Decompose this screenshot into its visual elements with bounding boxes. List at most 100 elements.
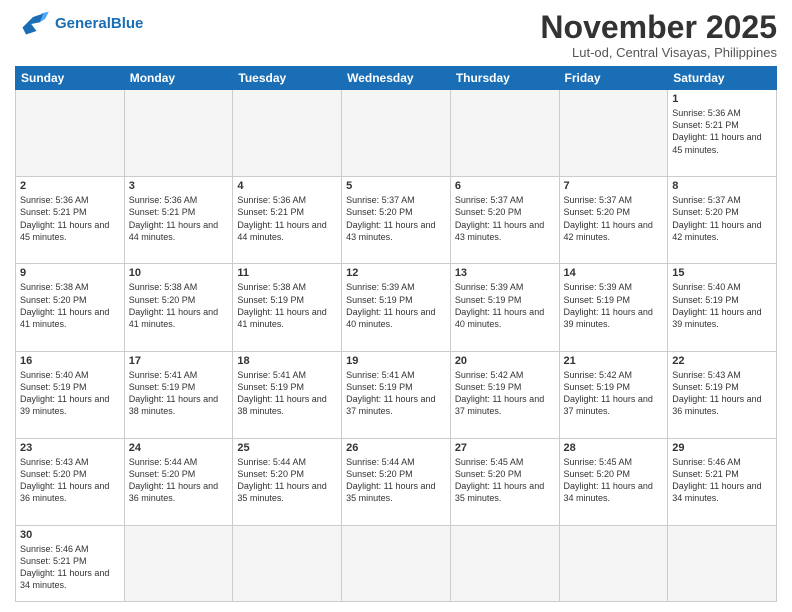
day-number: 8	[672, 180, 772, 192]
table-row	[559, 525, 668, 601]
table-row: 28 Sunrise: 5:45 AMSunset: 5:20 PMDayligh…	[559, 438, 668, 525]
day-info: Sunrise: 5:45 AMSunset: 5:20 PMDaylight:…	[564, 456, 664, 505]
table-row	[450, 90, 559, 177]
day-number: 9	[20, 267, 120, 279]
table-row: 24 Sunrise: 5:44 AMSunset: 5:20 PMDayligh…	[124, 438, 233, 525]
table-row: 6Sunrise: 5:37 AMSunset: 5:20 PMDaylight…	[450, 177, 559, 264]
day-number: 7	[564, 180, 664, 192]
month-title: November 2025	[540, 10, 777, 45]
day-info: Sunrise: 5:44 AMSunset: 5:20 PMDaylight:…	[237, 456, 337, 505]
day-number: 16	[20, 355, 120, 367]
day-info: Sunrise: 5:46 AMSunset: 5:21 PMDaylight:…	[20, 543, 120, 592]
day-info: Sunrise: 5:36 AMSunset: 5:21 PMDaylight:…	[237, 194, 337, 243]
table-row: 11Sunrise: 5:38 AMSunset: 5:19 PMDayligh…	[233, 264, 342, 351]
day-info: Sunrise: 5:44 AMSunset: 5:20 PMDaylight:…	[129, 456, 229, 505]
day-info: Sunrise: 5:38 AMSunset: 5:19 PMDaylight:…	[237, 281, 337, 330]
table-row: 15Sunrise: 5:40 AMSunset: 5:19 PMDayligh…	[668, 264, 777, 351]
table-row: 13 Sunrise: 5:39 AMSunset: 5:19 PMDayligh…	[450, 264, 559, 351]
table-row	[342, 525, 451, 601]
logo-icon	[15, 10, 51, 38]
day-info: Sunrise: 5:43 AMSunset: 5:19 PMDaylight:…	[672, 369, 772, 418]
table-row: 17 Sunrise: 5:41 AMSunset: 5:19 PMDayligh…	[124, 351, 233, 438]
table-row: 23Sunrise: 5:43 AMSunset: 5:20 PMDayligh…	[16, 438, 125, 525]
col-wednesday: Wednesday	[342, 67, 451, 90]
day-info: Sunrise: 5:36 AMSunset: 5:21 PMDaylight:…	[20, 194, 120, 243]
day-number: 3	[129, 180, 229, 192]
table-row: 21Sunrise: 5:42 AMSunset: 5:19 PMDayligh…	[559, 351, 668, 438]
logo-general: General	[55, 15, 111, 32]
day-number: 17	[129, 355, 229, 367]
header: GeneralBlue November 2025 Lut-od, Centra…	[15, 10, 777, 60]
day-info: Sunrise: 5:37 AMSunset: 5:20 PMDaylight:…	[564, 194, 664, 243]
table-row: 30 Sunrise: 5:46 AMSunset: 5:21 PMDayligh…	[16, 525, 125, 601]
calendar-week-row: 23Sunrise: 5:43 AMSunset: 5:20 PMDayligh…	[16, 438, 777, 525]
day-info: Sunrise: 5:46 AMSunset: 5:21 PMDaylight:…	[672, 456, 772, 505]
day-info: Sunrise: 5:39 AMSunset: 5:19 PMDaylight:…	[455, 281, 555, 330]
table-row: 16 Sunrise: 5:40 AMSunset: 5:19 PMDayligh…	[16, 351, 125, 438]
day-info: Sunrise: 5:41 AMSunset: 5:19 PMDaylight:…	[237, 369, 337, 418]
day-number: 30	[20, 529, 120, 541]
table-row: 4Sunrise: 5:36 AMSunset: 5:21 PMDaylight…	[233, 177, 342, 264]
table-row: 8Sunrise: 5:37 AMSunset: 5:20 PMDaylight…	[668, 177, 777, 264]
calendar-week-row: 1Sunrise: 5:36 AMSunset: 5:21 PMDaylight…	[16, 90, 777, 177]
day-number: 22	[672, 355, 772, 367]
location: Lut-od, Central Visayas, Philippines	[540, 45, 777, 60]
day-info: Sunrise: 5:45 AMSunset: 5:20 PMDaylight:…	[455, 456, 555, 505]
col-monday: Monday	[124, 67, 233, 90]
table-row: 26Sunrise: 5:44 AMSunset: 5:20 PMDayligh…	[342, 438, 451, 525]
table-row	[450, 525, 559, 601]
table-row: 3 Sunrise: 5:36 AMSunset: 5:21 PMDaylight…	[124, 177, 233, 264]
logo-blue: Blue	[111, 15, 144, 32]
table-row: 20 Sunrise: 5:42 AMSunset: 5:19 PMDayligh…	[450, 351, 559, 438]
day-number: 12	[346, 267, 446, 279]
day-info: Sunrise: 5:41 AMSunset: 5:19 PMDaylight:…	[346, 369, 446, 418]
day-info: Sunrise: 5:40 AMSunset: 5:19 PMDaylight:…	[20, 369, 120, 418]
col-tuesday: Tuesday	[233, 67, 342, 90]
table-row: 18 Sunrise: 5:41 AMSunset: 5:19 PMDayligh…	[233, 351, 342, 438]
day-number: 13	[455, 267, 555, 279]
table-row: 14Sunrise: 5:39 AMSunset: 5:19 PMDayligh…	[559, 264, 668, 351]
day-number: 28	[564, 442, 664, 454]
table-row: 19Sunrise: 5:41 AMSunset: 5:19 PMDayligh…	[342, 351, 451, 438]
table-row: 12 Sunrise: 5:39 AMSunset: 5:19 PMDayligh…	[342, 264, 451, 351]
day-number: 14	[564, 267, 664, 279]
table-row: 27 Sunrise: 5:45 AMSunset: 5:20 PMDayligh…	[450, 438, 559, 525]
day-info: Sunrise: 5:41 AMSunset: 5:19 PMDaylight:…	[129, 369, 229, 418]
table-row	[559, 90, 668, 177]
day-number: 1	[672, 93, 772, 105]
logo-wordmark: GeneralBlue	[55, 16, 143, 33]
day-number: 5	[346, 180, 446, 192]
table-row: 29Sunrise: 5:46 AMSunset: 5:21 PMDayligh…	[668, 438, 777, 525]
day-info: Sunrise: 5:42 AMSunset: 5:19 PMDaylight:…	[455, 369, 555, 418]
day-number: 24	[129, 442, 229, 454]
day-info: Sunrise: 5:38 AMSunset: 5:20 PMDaylight:…	[20, 281, 120, 330]
table-row	[233, 90, 342, 177]
calendar-table: Sunday Monday Tuesday Wednesday Thursday…	[15, 66, 777, 602]
day-info: Sunrise: 5:36 AMSunset: 5:21 PMDaylight:…	[129, 194, 229, 243]
day-number: 2	[20, 180, 120, 192]
table-row	[233, 525, 342, 601]
table-row	[668, 525, 777, 601]
col-thursday: Thursday	[450, 67, 559, 90]
day-number: 25	[237, 442, 337, 454]
day-number: 20	[455, 355, 555, 367]
table-row: 2 Sunrise: 5:36 AMSunset: 5:21 PMDaylight…	[16, 177, 125, 264]
day-info: Sunrise: 5:40 AMSunset: 5:19 PMDaylight:…	[672, 281, 772, 330]
day-info: Sunrise: 5:42 AMSunset: 5:19 PMDaylight:…	[564, 369, 664, 418]
day-number: 6	[455, 180, 555, 192]
day-number: 18	[237, 355, 337, 367]
logo: GeneralBlue	[15, 10, 143, 38]
table-row: 22 Sunrise: 5:43 AMSunset: 5:19 PMDayligh…	[668, 351, 777, 438]
col-sunday: Sunday	[16, 67, 125, 90]
day-info: Sunrise: 5:39 AMSunset: 5:19 PMDaylight:…	[346, 281, 446, 330]
table-row: 10Sunrise: 5:38 AMSunset: 5:20 PMDayligh…	[124, 264, 233, 351]
table-row: 1Sunrise: 5:36 AMSunset: 5:21 PMDaylight…	[668, 90, 777, 177]
table-row: 9 Sunrise: 5:38 AMSunset: 5:20 PMDaylight…	[16, 264, 125, 351]
calendar-week-row: 16 Sunrise: 5:40 AMSunset: 5:19 PMDayligh…	[16, 351, 777, 438]
day-number: 27	[455, 442, 555, 454]
table-row: 7 Sunrise: 5:37 AMSunset: 5:20 PMDaylight…	[559, 177, 668, 264]
day-info: Sunrise: 5:44 AMSunset: 5:20 PMDaylight:…	[346, 456, 446, 505]
table-row	[124, 90, 233, 177]
page: GeneralBlue November 2025 Lut-od, Centra…	[0, 0, 792, 612]
col-friday: Friday	[559, 67, 668, 90]
